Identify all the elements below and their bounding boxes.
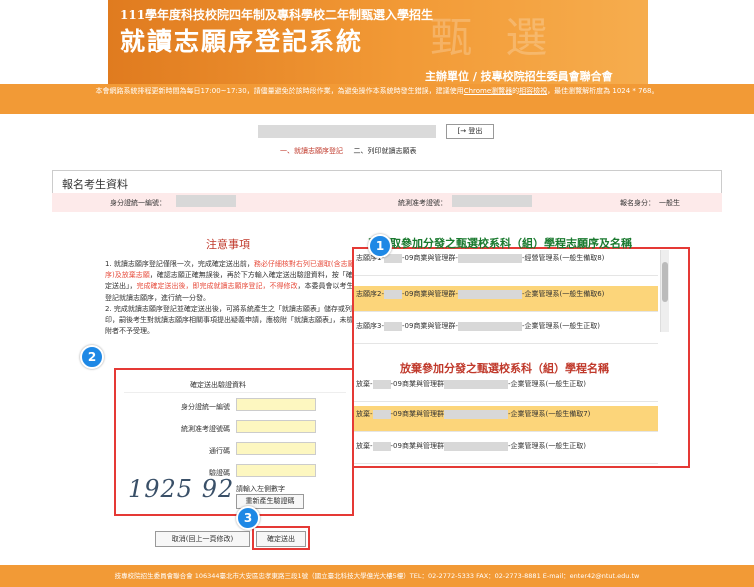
user-name-redacted (258, 125, 436, 138)
scrollbar-thumb[interactable] (662, 262, 668, 302)
compat-view-link[interactable]: 相容檢視 (519, 87, 547, 95)
selected-item: 志願序2- -09商業與管理群- -企業管理系(一般生備取6) (354, 286, 658, 312)
step-register-link[interactable]: 一、就讀志願序登記 (280, 147, 343, 155)
notice-text: 本會網路系統排程更新時間為每日17:00~17:30，請儘量避免於該時段作業，為… (95, 87, 464, 95)
callout-badge-2: 2 (80, 345, 104, 369)
selected-scrollbar[interactable] (660, 250, 669, 332)
given-up-item: 放棄- -09商業與管理群 -企業管理系(一般生正取) (354, 376, 658, 402)
given-up-item: 放棄- -09商業與管理群 -企業管理系(一般生備取7) (354, 406, 658, 432)
verify-exam-no-label: 統測准考證號碼 (181, 425, 230, 433)
exam-no-label: 統測准考證號： (398, 199, 447, 207)
notice-tail: ，最佳瀏覽解析度為 1024 * 768。 (547, 87, 659, 95)
exam-no-value-redacted (452, 195, 532, 207)
verify-pass-label: 通行碼 (209, 447, 230, 455)
verify-title: 確定送出驗證資料 (190, 381, 246, 389)
confirm-submit-button[interactable]: 確定送出 (256, 531, 306, 547)
header-subtitle: 111學年度科技校院四年制及專科學校二年制甄選入學招生 (120, 8, 434, 22)
header-organizer: 主辦單位 / 技專校院招生委員會聯合會 (425, 70, 613, 83)
verify-pass-input[interactable] (236, 442, 316, 455)
page-footer: 技專校院招生委員會聯合會 106344臺北市大安區忠孝東路三段1號（國立臺北科技… (0, 565, 754, 587)
captcha-image: 1925 92 (128, 475, 235, 503)
given-up-item: 放棄- -09商業與管理群 -企業管理系(一般生正取) (354, 438, 658, 464)
notes-item-1: 1. 就讀志願序登記僅限一次，完成確定送出前，務必仔細核對右列已選取(含志願序)… (105, 260, 355, 302)
id-label: 身分證統一編號： (110, 199, 166, 207)
notes-title: 注意事項 (206, 238, 250, 251)
selected-title: 已選取參加分發之甄選校系科（組）學程志願序及名稱 (368, 237, 632, 250)
page-header: 111學年度科技校院四年制及專科學校二年制甄選入學招生 就讀志願序登記系統 甄 … (0, 0, 754, 92)
given-up-title: 放棄參加分發之甄選校系科（組）學程名稱 (400, 362, 609, 375)
header-decoration: 甄 選 (430, 13, 558, 62)
identity-value: 一般生 (659, 199, 680, 207)
step-print-link[interactable]: 二、列印就讀志願表 (353, 147, 416, 155)
captcha-hint: 請輸入左側數字 (236, 485, 285, 493)
identity-label: 報名身分： (620, 199, 655, 207)
id-value-redacted (176, 195, 236, 207)
callout-badge-1: 1 (368, 234, 392, 258)
notes-body: 1. 就讀志願序登記僅限一次，完成確定送出前，務必仔細核對右列已選取(含志願序)… (105, 259, 355, 337)
verify-exam-no-input[interactable] (236, 420, 316, 433)
step-nav: 一、就讀志願序登記 二、列印就讀志願表 (280, 146, 416, 156)
selected-item: 志願序1- -09商業與管理群- -經營管理系(一般生備取8) (354, 250, 658, 276)
verify-id-label: 身分證統一編號 (181, 403, 230, 411)
logout-button[interactable]: [→ 登出 (446, 124, 494, 139)
chrome-link[interactable]: Chrome瀏覽器 (464, 87, 512, 95)
applicant-title: 報名考生資料 (62, 178, 128, 191)
row-divider (124, 392, 346, 393)
cancel-button[interactable]: 取消(回上一頁修改) (155, 531, 250, 547)
verify-id-input[interactable] (236, 398, 316, 411)
callout-badge-3: 3 (236, 506, 260, 530)
system-notice: 本會網路系統排程更新時間為每日17:00~17:30，請儘量避免於該時段作業，為… (0, 86, 754, 97)
page-title: 就讀志願序登記系統 (120, 27, 364, 56)
verify-captcha-input[interactable] (236, 464, 316, 477)
notes-item-2: 2. 完成就讀志願序登記並確定送出後，可將系統產生之「就讀志願表」儲存或列印，嗣… (105, 304, 354, 336)
choices-panel (352, 247, 690, 468)
selected-item: 志願序3- -09商業與管理群- -企業管理系(一般生正取) (354, 318, 658, 344)
